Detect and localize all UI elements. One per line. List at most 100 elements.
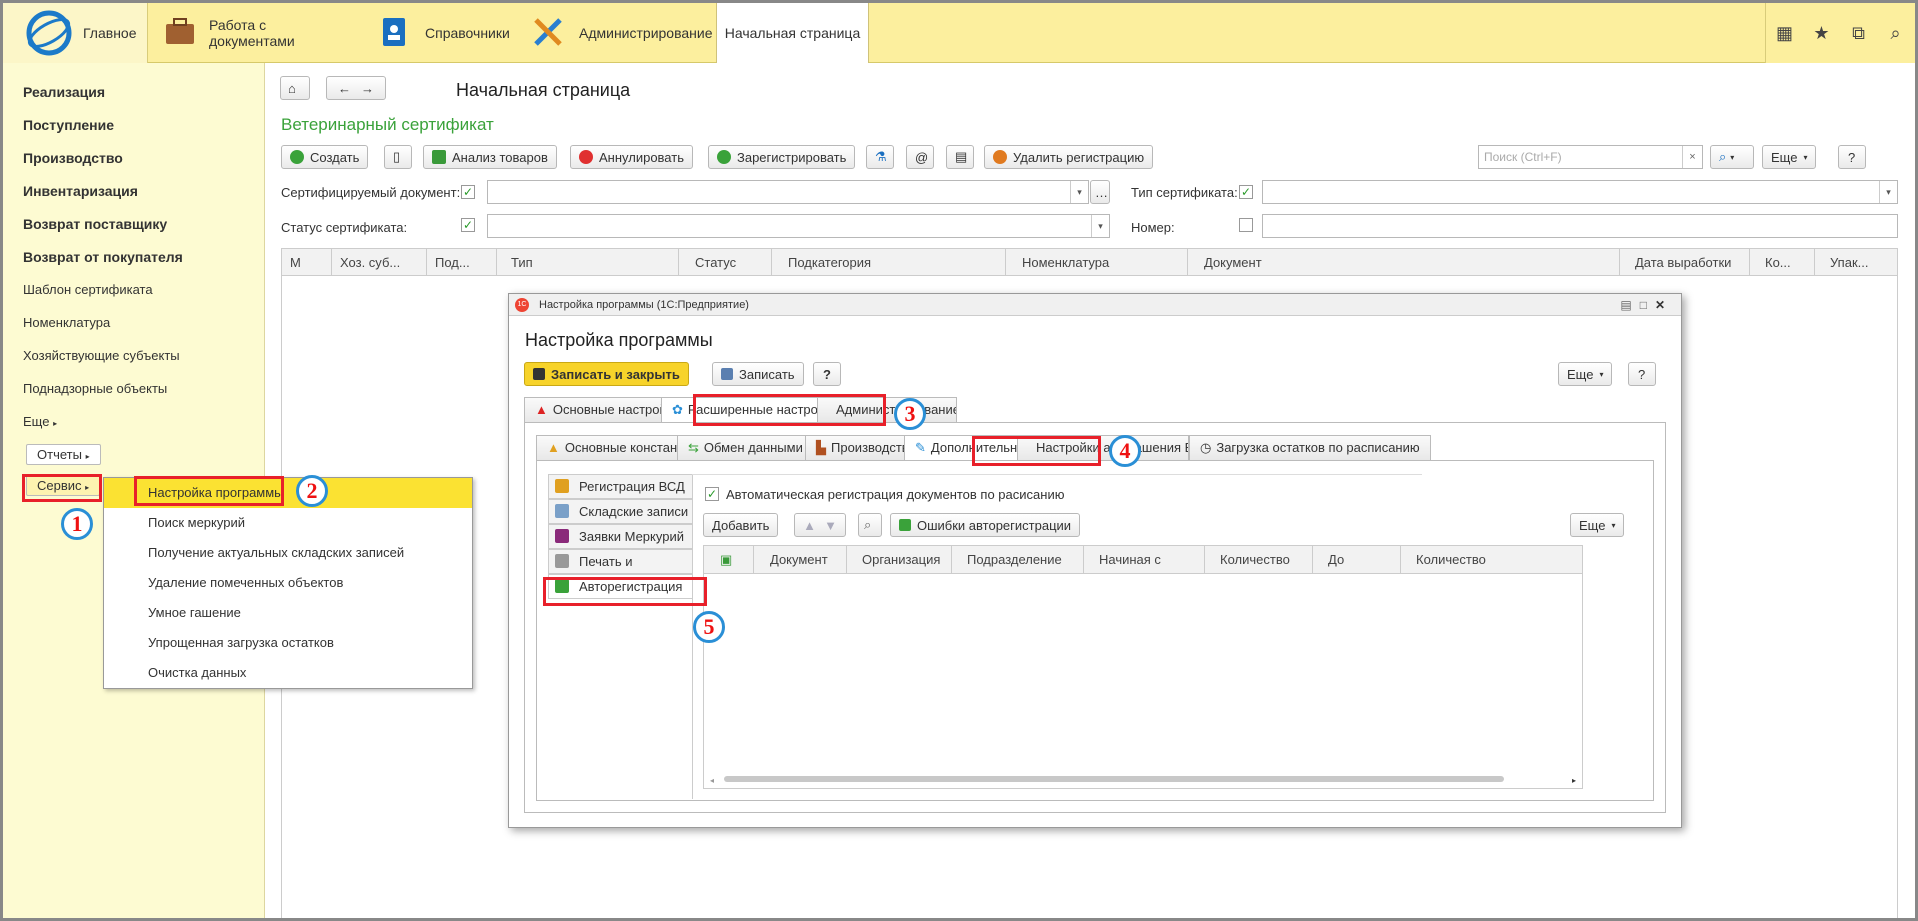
back-arrow-icon[interactable]: ← [338,81,351,96]
column-header[interactable]: Подкатегория [772,249,1006,275]
sidebar-item-receipts[interactable]: Поступление [23,117,114,133]
save-button[interactable]: Записать [712,362,804,386]
sidebar-item-inventory[interactable]: Инвентаризация [23,183,138,199]
column-header[interactable]: Упак... [1815,249,1895,275]
help-button[interactable]: ? [1838,145,1866,169]
column-header[interactable]: Тип [497,249,679,275]
section-references[interactable]: Справочники [373,3,523,63]
email-button[interactable]: @ [906,145,934,169]
analyze-goods-button[interactable]: Анализ товаров [423,145,557,169]
home-button[interactable]: ⌂ [280,76,310,100]
minimize-icon[interactable]: □ [1640,298,1655,312]
sidebar-item-subjects[interactable]: Хозяйствующие субъекты [23,348,180,363]
menu-item-clear-data[interactable]: Очистка данных [104,658,472,688]
scroll-left-icon[interactable]: ◂ [710,776,714,785]
content-more-button[interactable]: Еще ▾ [1570,513,1625,537]
sidebar-item-return-supplier[interactable]: Возврат поставщику [23,216,167,232]
menu-item-simple-load[interactable]: Упрощенная загрузка остатков [104,628,472,658]
scroll-right-icon[interactable]: ▸ [1572,776,1576,785]
cert-type-field[interactable]: ▾ [1262,180,1898,204]
search-input[interactable]: Поиск (Ctrl+F) × [1478,145,1703,169]
find-button[interactable]: ⌕ [858,513,882,537]
subtab-schedule-load[interactable]: ◷ Загрузка остатков по расписанию [1189,435,1431,461]
sidebar-item-more[interactable]: Еще ▸ [23,414,57,429]
forward-arrow-icon[interactable]: → [361,81,374,96]
cert-status-checkbox[interactable]: ✓ [461,218,475,232]
column-header[interactable]: Дата выработки [1620,249,1750,275]
auto-reg-checkbox[interactable]: ✓ [705,487,719,501]
close-icon[interactable]: ✕ [1655,298,1673,312]
section-documents[interactable]: Работа с документами [149,3,339,63]
more-button[interactable]: Еще ▾ [1762,145,1817,169]
sidebar-item-return-customer[interactable]: Возврат от покупателя [23,249,183,265]
reports-button[interactable]: Отчеты ▸ [26,444,101,465]
register-button[interactable]: Зарегистрировать [708,145,856,169]
column-header[interactable]: Ко... [1750,249,1815,275]
arrow-up-icon[interactable]: ▲ [803,518,816,533]
tab-home-page[interactable]: Начальная страница [716,3,869,63]
menu-item-warehouse-records[interactable]: Получение актуальных складских записей [104,538,472,568]
dialog-help-button-right[interactable]: ? [1628,362,1656,386]
column-header[interactable]: До [1313,546,1401,573]
column-header[interactable]: Количество [1205,546,1313,573]
menu-item-mercury-search[interactable]: Поиск меркурий [104,508,472,538]
column-header[interactable]: Начиная с [1084,546,1205,573]
clear-search-icon[interactable]: × [1682,146,1702,168]
column-header[interactable]: Количество [1401,546,1582,573]
window-menu-icon[interactable]: ▤ [1620,298,1639,312]
annul-button[interactable]: Аннулировать [570,145,693,169]
chevron-down-icon[interactable]: ▾ [1070,181,1088,203]
save-and-close-button[interactable]: Записать и закрыть [524,362,689,386]
column-header[interactable]: Под... [427,249,497,275]
column-header[interactable]: Организация [847,546,952,573]
side-item-vsd-registration[interactable]: Регистрация ВСД [548,474,693,499]
cert-doc-checkbox[interactable]: ✓ [461,185,475,199]
autoreg-table-body[interactable]: ◂ ▸ [703,574,1583,789]
delete-registration-button[interactable]: Удалить регистрацию [984,145,1154,169]
add-button[interactable]: Добавить [703,513,779,537]
side-item-print-mailing[interactable]: Печать и рассылка [548,549,693,592]
apps-grid-icon[interactable]: ▦ [1766,23,1803,44]
arrow-down-icon[interactable]: ▼ [824,518,837,533]
side-item-warehouse[interactable]: Складские записи [548,499,693,524]
number-field[interactable] [1262,214,1898,238]
menu-item-smart-extinguish[interactable]: Умное гашение [104,598,472,628]
copy-button[interactable]: ▯ [384,145,412,169]
microscope-button[interactable]: ⚗ [866,145,894,169]
chevron-down-icon[interactable]: ▾ [1091,215,1109,237]
chevron-down-icon[interactable]: ▾ [1879,181,1897,203]
section-admin[interactable]: Администрирование [530,3,713,63]
column-header[interactable]: Хоз. суб... [332,249,427,275]
column-header[interactable]: Документ [754,546,847,573]
autoreg-errors-button[interactable]: Ошибки авторегистрации [890,513,1081,537]
cert-status-field[interactable]: ▾ [487,214,1110,238]
cert-doc-field[interactable]: ▾ [487,180,1089,204]
number-checkbox[interactable] [1239,218,1253,232]
home-section[interactable]: Главное [3,3,148,63]
horizontal-scrollbar[interactable] [724,776,1504,782]
sidebar-item-sales[interactable]: Реализация [23,84,105,100]
sidebar-item-production[interactable]: Производство [23,150,123,166]
sidebar-item-objects[interactable]: Поднадзорные объекты [23,381,167,396]
column-header[interactable]: Документ [1188,249,1620,275]
sidebar-item-cert-template[interactable]: Шаблон сертификата [23,282,153,297]
search-icon[interactable]: ⌕ [1877,23,1914,44]
menu-item-delete-marked[interactable]: Удаление помеченных объектов [104,568,472,598]
cert-doc-select-button[interactable]: … [1090,180,1110,204]
side-item-mercury-requests[interactable]: Заявки Меркурий [548,524,693,549]
subtab-exchange[interactable]: ⇆ Обмен данными [677,435,814,461]
column-header[interactable]: Статус [679,249,772,275]
cert-type-checkbox[interactable]: ✓ [1239,185,1253,199]
print-button[interactable]: ▤ [946,145,974,169]
search-button[interactable]: ⌕ ▾ [1710,145,1754,169]
history-icon[interactable]: ⧉ [1840,23,1877,44]
column-header[interactable]: Номенклатура [1006,249,1188,275]
sidebar-item-nomenclature[interactable]: Номенклатура [23,315,110,330]
create-button[interactable]: Создать [281,145,369,169]
favorites-star-icon[interactable]: ★ [1803,23,1840,44]
dialog-help-button[interactable]: ? [813,362,841,386]
dialog-more-button[interactable]: Еще ▾ [1558,362,1613,386]
column-header[interactable]: Подразделение [952,546,1084,573]
column-icon-header[interactable]: ▣ [704,546,754,573]
column-header[interactable]: М [282,249,332,275]
